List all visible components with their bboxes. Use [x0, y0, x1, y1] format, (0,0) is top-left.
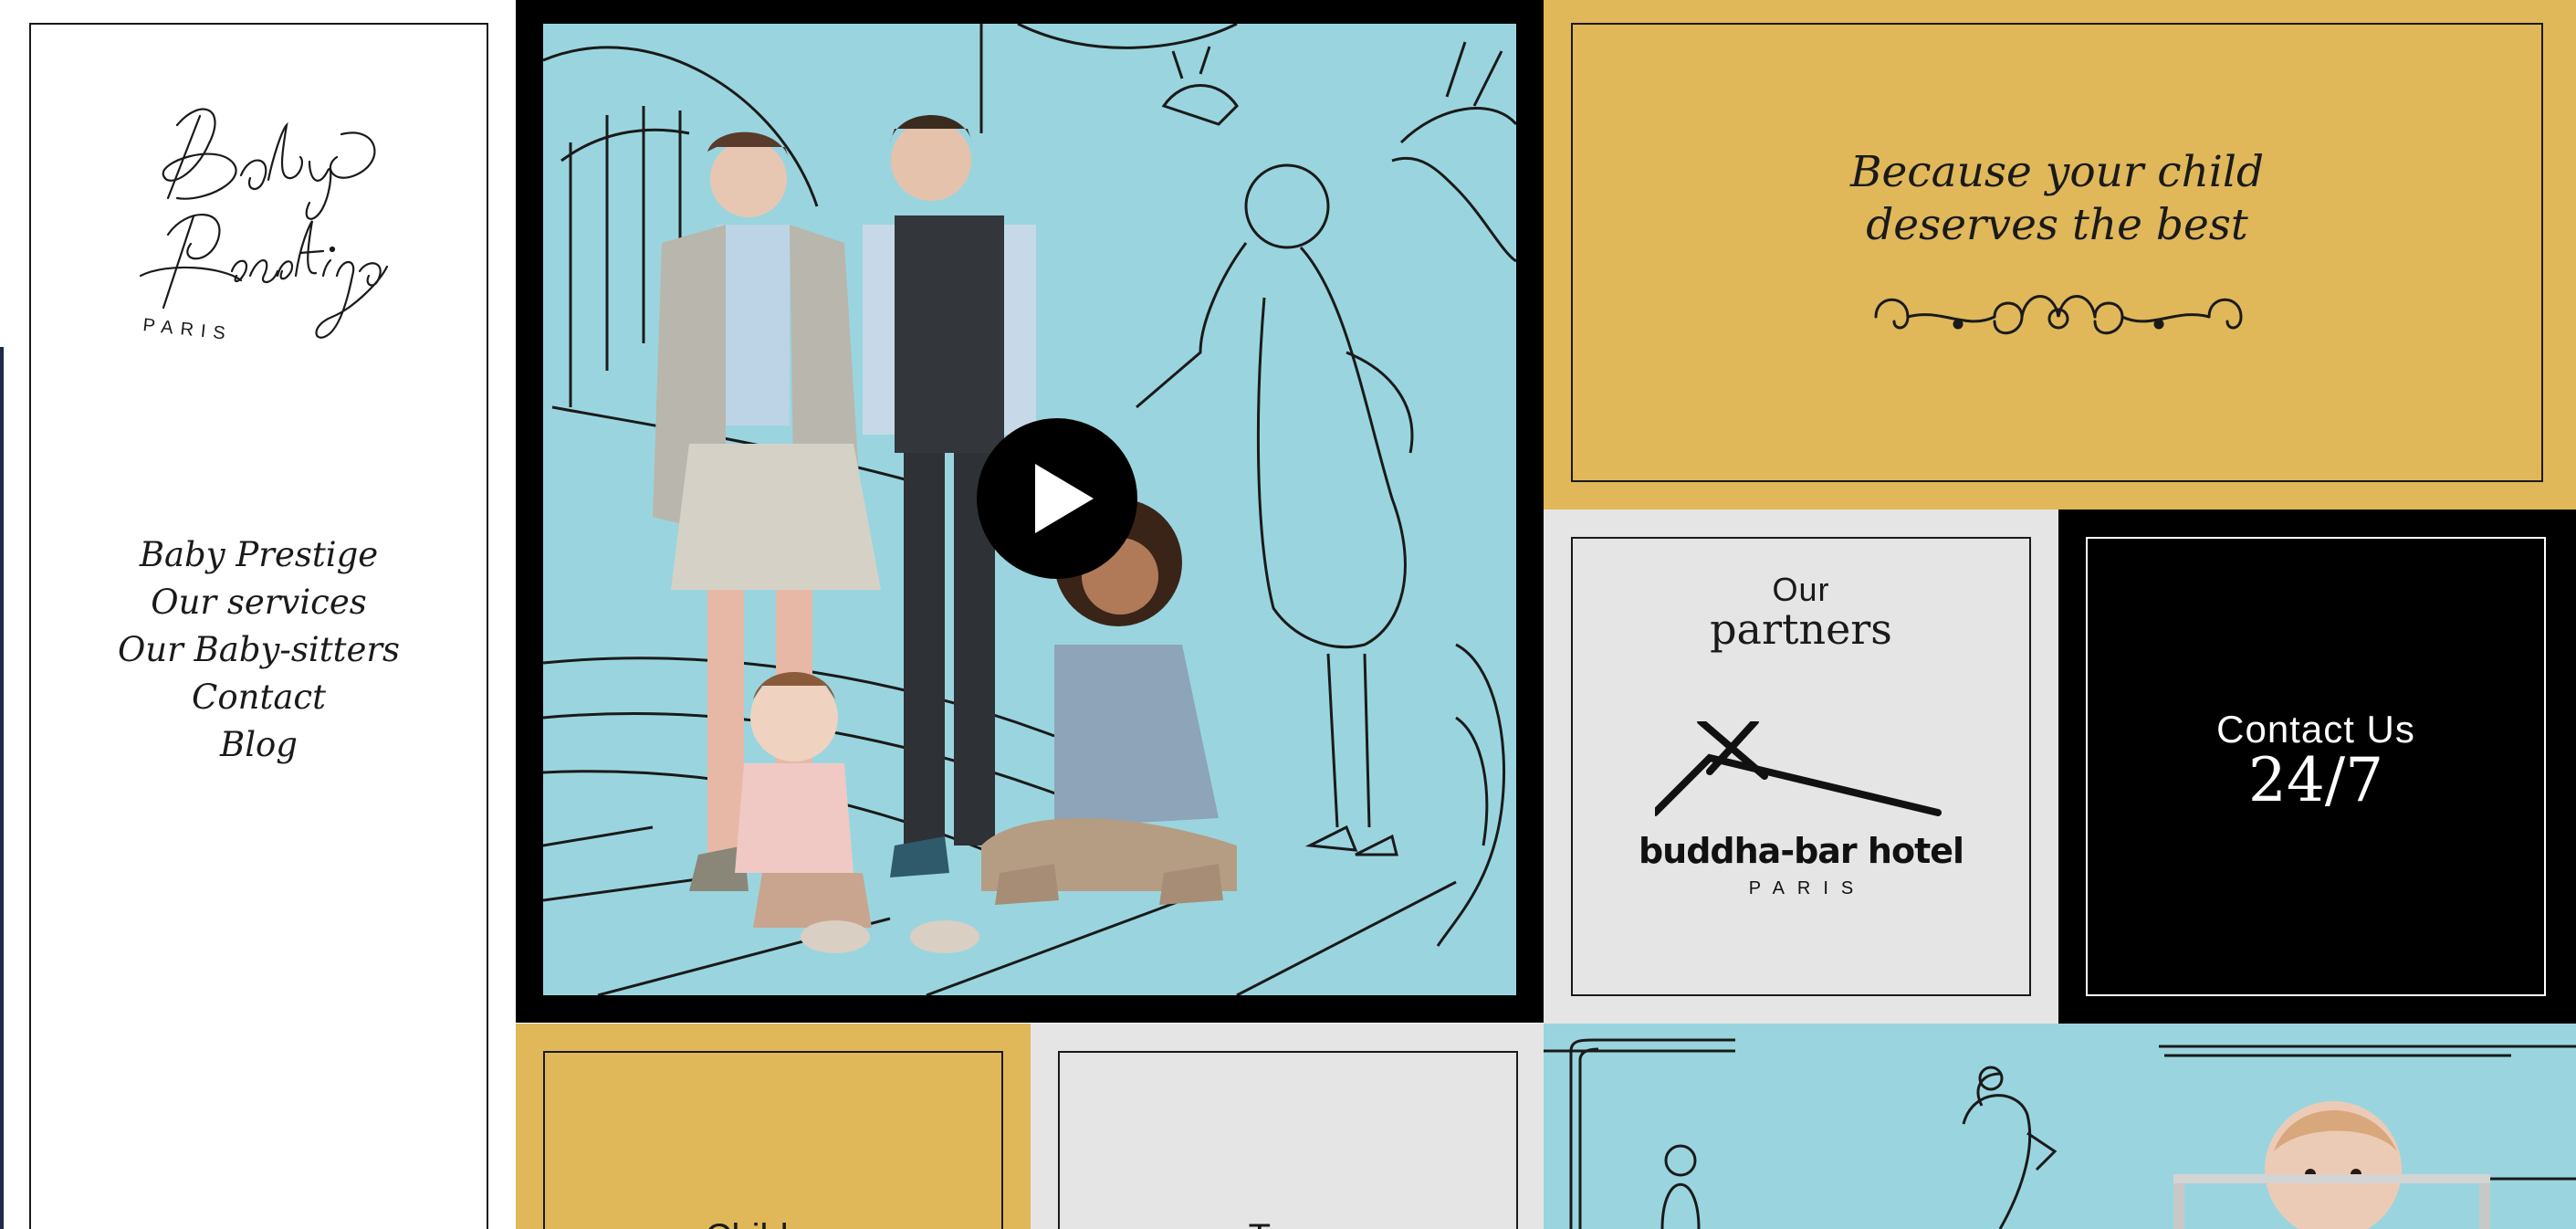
tagline-tile: Because your child deserves the best	[1544, 0, 2576, 509]
tagline-frame: Because your child deserves the best	[1571, 23, 2543, 482]
tagline-line-2: deserves the best	[1866, 200, 2248, 250]
nav-item-baby-prestige[interactable]: Baby Prestige	[31, 531, 487, 579]
sidebar: PARIS Baby Prestige Our services Our Bab…	[29, 23, 488, 1229]
baby-tile[interactable]	[1544, 1024, 2576, 1229]
contact-frame: Contact Us 24/7	[2086, 537, 2546, 996]
teen-label: Teen	[1060, 1217, 1516, 1229]
teen-frame: Teen	[1058, 1051, 1518, 1229]
tagline-line-1: Because your child	[1849, 147, 2265, 197]
video-frame[interactable]	[543, 24, 1516, 995]
nav-item-contact[interactable]: Contact	[31, 674, 487, 721]
play-button[interactable]	[977, 418, 1137, 579]
window-edge	[0, 0, 4, 1229]
video-tile	[516, 0, 1544, 1023]
teen-tile[interactable]: Teen	[1031, 1024, 1544, 1229]
play-icon	[1035, 464, 1094, 533]
ornament-flourish-icon	[1874, 295, 2243, 335]
main-nav: Baby Prestige Our services Our Baby-sitt…	[31, 531, 487, 769]
children-frame: Children	[543, 1051, 1003, 1229]
baby-prestige-logo[interactable]: PARIS	[113, 89, 414, 390]
contact-hours: 24/7	[2247, 745, 2384, 815]
partner-city: PARIS	[1748, 878, 1867, 898]
partner-name: buddha-bar hotel	[1638, 831, 1964, 871]
children-tile[interactable]: Children	[516, 1024, 1031, 1229]
nav-item-blog[interactable]: Blog	[31, 721, 487, 769]
baby-image	[1544, 1024, 2576, 1229]
tagline: Because your child deserves the best	[1573, 146, 2541, 252]
svg-text:PARIS: PARIS	[141, 315, 233, 344]
partners-our: Our	[1772, 571, 1830, 608]
contact-tile[interactable]: Contact Us 24/7	[2058, 509, 2576, 1024]
children-label: Children	[545, 1217, 1001, 1229]
partners-tile[interactable]: Our partners buddha-bar hotel PARIS	[1544, 509, 2058, 1024]
nav-item-our-baby-sitters[interactable]: Our Baby-sitters	[31, 626, 487, 674]
partners-frame: Our partners buddha-bar hotel PARIS	[1571, 537, 2031, 996]
partners-title: partners	[1710, 604, 1892, 654]
nav-item-our-services[interactable]: Our services	[31, 579, 487, 626]
